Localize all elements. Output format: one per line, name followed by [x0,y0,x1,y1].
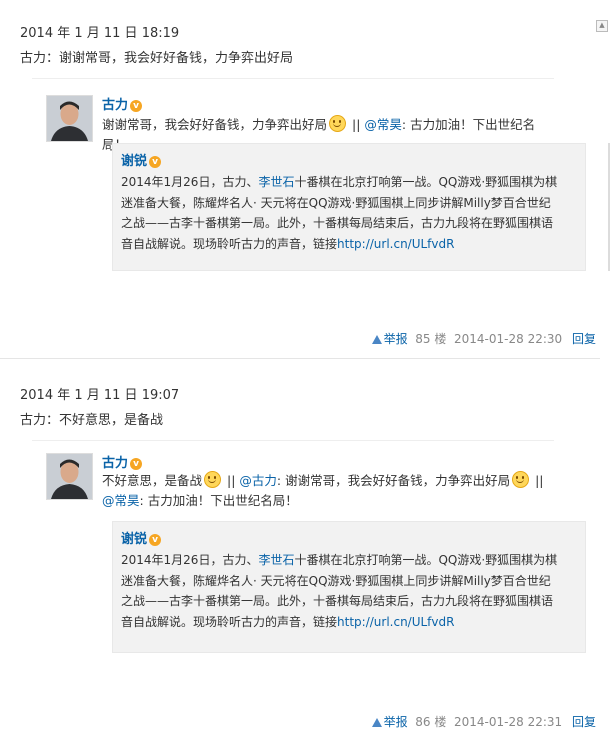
quoted-weibo: 谢锐 v 2014年1月26日，古力、李世石十番棋在北京打响第一战。QQ游戏·野狐… [112,143,586,271]
quote-author[interactable]: 谢锐 v [121,528,162,547]
quote-text: 2014年1月26日，古力、李世石十番棋在北京打响第一战。QQ游戏·野狐围棋为棋… [121,175,558,251]
warning-triangle-icon [371,335,382,344]
smile-emoji-icon [204,471,222,488]
post-footer: 举报 85 楼 2014-01-28 22:30 回复 [371,330,596,347]
reply-link[interactable]: 回复 [572,715,596,729]
smile-emoji-icon [329,115,347,132]
mention-link[interactable]: @常昊 [364,117,402,132]
verified-badge-icon: v [130,458,143,470]
weibo-author[interactable]: 古力 v [102,94,143,113]
post-time: 2014-01-28 22:30 [454,332,563,346]
reply-link[interactable]: 回复 [572,332,596,346]
quote-text: 2014年1月26日，古力、李世石十番棋在北京打响第一战。QQ游戏·野狐围棋为棋… [121,553,558,629]
report-link[interactable]: 举报 [384,715,408,729]
floor-number: 85 楼 [415,332,447,346]
avatar-photo-icon [47,454,92,499]
avatar-photo-icon [47,96,92,141]
weibo-card: 古力 v 谢谢常哥，我会好好备钱，力争弈出好局 || @常昊: 古力加油！下出世纪… [32,78,610,274]
weibo-author[interactable]: 古力 v [102,452,143,471]
weibo-body: 不好意思，是备战 || @古力: 谢谢常哥，我会好好备钱，力争弈出好局 || @… [102,471,544,508]
short-url-link[interactable]: http://url.cn/ULfvdR [337,615,454,629]
avatar[interactable] [46,95,93,142]
post-date: 2014 年 1 月 11 日 18:19 [20,26,180,41]
verified-badge-icon: v [149,156,162,168]
scroll-up-arrow[interactable]: ▲ [596,20,608,32]
avatar[interactable] [46,453,93,500]
post-divider [0,358,600,359]
mention-link[interactable]: @古力 [239,473,277,488]
floor-number: 86 楼 [415,715,447,729]
quote-author[interactable]: 谢锐 v [121,150,162,169]
post-text: 古力：不好意思，是备战 [20,413,164,428]
warning-triangle-icon [371,718,382,727]
verified-badge-icon: v [130,100,143,112]
short-url-link[interactable]: http://url.cn/ULfvdR [337,237,454,251]
verified-badge-icon: v [149,534,162,546]
smile-emoji-icon [512,471,530,488]
mention-link[interactable]: @常昊 [102,493,140,508]
mention-link[interactable]: 李世石 [258,175,294,189]
report-link[interactable]: 举报 [384,332,408,346]
mention-link[interactable]: 李世石 [258,553,294,567]
post-time: 2014-01-28 22:31 [454,715,563,729]
weibo-card: 古力 v 不好意思，是备战 || @古力: 谢谢常哥，我会好好备钱，力争弈出好局 … [32,440,586,663]
post-footer: 举报 86 楼 2014-01-28 22:31 回复 [371,713,596,730]
quoted-weibo: 谢锐 v 2014年1月26日，古力、李世石十番棋在北京打响第一战。QQ游戏·野狐… [112,521,586,653]
post-text: 古力：谢谢常哥，我会好好备钱，力争弈出好局 [20,51,294,66]
post-date: 2014 年 1 月 11 日 19:07 [20,388,180,403]
